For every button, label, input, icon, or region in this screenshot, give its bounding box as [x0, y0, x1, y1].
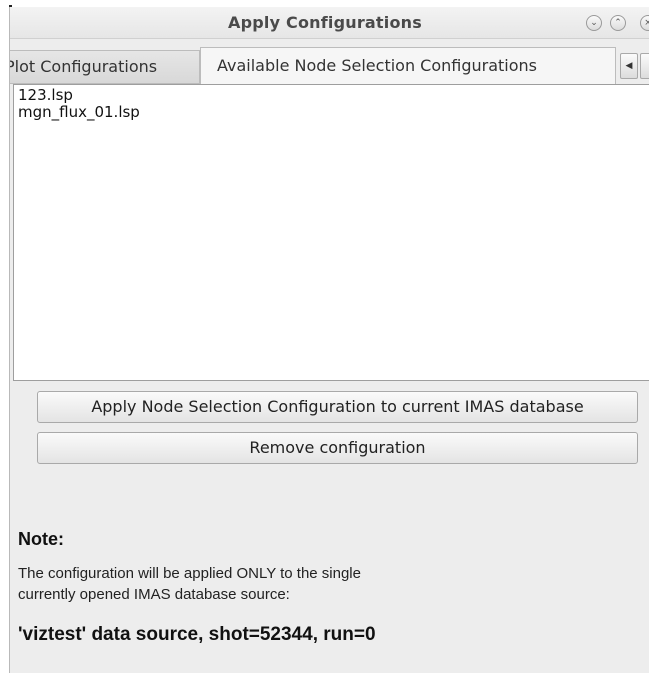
tab-node-selection-configurations[interactable]: Available Node Selection Configurations [200, 47, 616, 85]
remove-configuration-button[interactable]: Remove configuration [37, 432, 638, 464]
list-item[interactable]: 123.lsp [18, 87, 649, 104]
note-heading: Note: [18, 529, 64, 549]
apply-configuration-button[interactable]: Apply Node Selection Configuration to cu… [37, 391, 638, 423]
tab-scroll-left-icon[interactable]: ◀ [620, 53, 638, 79]
tab-scroll-right-icon[interactable] [640, 53, 649, 79]
maximize-icon[interactable]: ⌃ [610, 15, 626, 31]
list-item[interactable]: mgn_flux_01.lsp [18, 104, 649, 121]
note-line-2: currently opened IMAS database source: [18, 586, 290, 603]
minimize-icon[interactable]: ⌄ [586, 15, 602, 31]
apply-configurations-window: Apply Configurations ⌄ ⌃ × Plot Configur… [9, 7, 649, 673]
tab-bar: Plot Configurations Available Node Selec… [10, 47, 649, 85]
window-title: Apply Configurations [228, 13, 422, 32]
note-text: The configuration will be applied ONLY t… [18, 563, 578, 605]
configuration-list[interactable]: 123.lsp mgn_flux_01.lsp [13, 84, 649, 381]
tab-plot-configurations[interactable]: Plot Configurations [10, 50, 200, 84]
note-line-1: The configuration will be applied ONLY t… [18, 565, 361, 582]
data-source-label: 'viztest' data source, shot=52344, run=0 [18, 624, 376, 645]
close-icon[interactable]: × [640, 15, 649, 31]
title-bar[interactable]: Apply Configurations ⌄ ⌃ × [10, 7, 649, 39]
